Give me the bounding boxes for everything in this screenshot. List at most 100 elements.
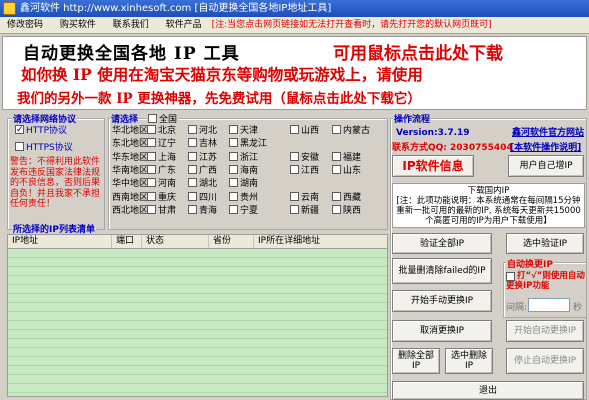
province-checkbox[interactable]: 海南 <box>229 164 258 178</box>
province-checkbox-box[interactable] <box>332 151 341 161</box>
province-checkbox[interactable]: 青海 <box>188 204 217 218</box>
province-checkbox-box[interactable] <box>147 138 156 148</box>
province-checkbox-box[interactable] <box>229 125 238 134</box>
province-checkbox-box[interactable] <box>188 151 197 161</box>
province-checkbox-box[interactable] <box>229 151 238 161</box>
province-checkbox[interactable]: 江苏 <box>188 151 217 165</box>
province-checkbox[interactable]: 山西 <box>290 125 319 138</box>
province-checkbox-box[interactable] <box>188 125 197 134</box>
province-checkbox[interactable]: 贵州 <box>229 191 258 205</box>
province-checkbox-box[interactable] <box>290 164 299 174</box>
cancel-change-button[interactable]: 取消更换IP <box>392 320 492 342</box>
province-checkbox[interactable]: 云南 <box>290 191 319 205</box>
province-checkbox-box[interactable] <box>188 178 197 188</box>
start-manual-change-button[interactable]: 开始手动更换IP <box>392 290 492 312</box>
province-checkbox[interactable]: 河北 <box>188 125 217 138</box>
province-checkbox-box[interactable] <box>290 151 299 161</box>
province-label: 浙江 <box>240 152 259 163</box>
province-checkbox-box[interactable] <box>188 204 197 214</box>
batch-delete-failed-button[interactable]: 批量删清除failed的IP <box>392 258 492 284</box>
http-checkbox-box[interactable] <box>15 123 24 137</box>
province-checkbox-box[interactable] <box>188 191 197 201</box>
province-checkbox[interactable]: 宁夏 <box>229 204 258 218</box>
all-country-checkbox[interactable]: 全国 <box>146 112 180 125</box>
province-checkbox-box[interactable] <box>290 125 299 134</box>
auto-change-checkbox[interactable]: 打“√”则使用自动更换IP功能 <box>506 271 586 291</box>
ip-list-body[interactable] <box>7 249 388 397</box>
province-checkbox[interactable]: 陕西 <box>332 204 361 218</box>
province-checkbox[interactable]: 黑龙江 <box>229 138 267 151</box>
province-checkbox[interactable]: 河南 <box>147 178 176 191</box>
province-checkbox[interactable]: 湖南 <box>229 178 258 191</box>
col-ip-address[interactable]: IP地址 <box>8 235 112 248</box>
official-site-link[interactable]: 鑫河软件官方网站 <box>512 125 584 138</box>
interval-input[interactable] <box>528 298 570 312</box>
province-checkbox[interactable]: 新疆 <box>290 204 319 218</box>
province-checkbox-box[interactable] <box>147 125 156 134</box>
download-banner[interactable]: 自动更换全国各地 IP 工具 可用鼠标点击此处下载 如你换 IP 使用在淘宝天猫… <box>2 36 587 110</box>
province-checkbox[interactable]: 天津 <box>229 125 258 138</box>
province-checkbox[interactable]: 甘肃 <box>147 204 176 218</box>
manual-link[interactable]: [本软件操作说明] <box>510 140 581 153</box>
province-checkbox[interactable]: 重庆 <box>147 191 176 205</box>
province-checkbox-box[interactable] <box>332 125 341 134</box>
menu-buy-software[interactable]: 购买软件 <box>53 17 103 34</box>
province-checkbox[interactable]: 湖北 <box>188 178 217 191</box>
delete-selected-button[interactable]: 选中删除IP <box>445 348 493 374</box>
ip-info-button[interactable]: IP软件信息 <box>392 155 474 177</box>
delete-all-button[interactable]: 删除全部IP <box>392 348 440 374</box>
menu-software-products[interactable]: 软件产品 <box>159 17 209 34</box>
col-port[interactable]: 端口 <box>112 235 142 248</box>
province-checkbox-box[interactable] <box>290 204 299 214</box>
province-checkbox[interactable]: 吉林 <box>188 138 217 151</box>
province-checkbox[interactable]: 北京 <box>147 125 176 138</box>
province-checkbox-box[interactable] <box>147 204 156 214</box>
start-auto-change-button[interactable]: 开始自动更换IP <box>506 320 584 342</box>
http-checkbox[interactable]: HTTP协议 <box>15 123 67 138</box>
province-checkbox-box[interactable] <box>188 138 197 148</box>
province-checkbox-box[interactable] <box>229 191 238 201</box>
province-checkbox-box[interactable] <box>147 151 156 161</box>
province-checkbox-box[interactable] <box>332 204 341 214</box>
province-checkbox[interactable]: 浙江 <box>229 151 259 165</box>
province-checkbox-box[interactable] <box>290 191 299 201</box>
province-checkbox[interactable]: 四川 <box>188 191 217 205</box>
menu-change-password[interactable]: 修改密码 <box>0 17 50 34</box>
province-checkbox-box[interactable] <box>188 164 197 174</box>
province-checkbox-box[interactable] <box>229 178 238 188</box>
https-checkbox[interactable]: HTTPS协议 <box>15 141 73 155</box>
exit-button[interactable]: 退出 <box>392 381 584 400</box>
col-detail-address[interactable]: IP所在详细地址 <box>254 235 387 248</box>
banner-line-3[interactable]: 我们的另外一款 IP 更换神器，先免费试用（鼠标点击此处下载它） <box>17 87 421 107</box>
province-checkbox-box[interactable] <box>229 138 238 148</box>
province-checkbox[interactable]: 西藏 <box>332 191 361 205</box>
province-checkbox[interactable]: 福建 <box>332 151 361 165</box>
verify-all-button[interactable]: 验证全部IP <box>392 233 492 254</box>
province-checkbox-box[interactable] <box>332 164 341 174</box>
province-checkbox-box[interactable] <box>229 164 238 174</box>
province-checkbox[interactable]: 内蒙古 <box>332 125 370 138</box>
banner-download-link[interactable]: 可用鼠标点击此处下载 <box>333 39 503 64</box>
province-checkbox[interactable]: 辽宁 <box>147 138 176 151</box>
province-checkbox[interactable]: 上海 <box>147 151 176 165</box>
auto-change-box[interactable] <box>506 272 515 281</box>
col-province[interactable]: 省份 <box>209 235 254 248</box>
province-checkbox-box[interactable] <box>147 164 156 174</box>
download-ip-info[interactable]: 下载国内IP [注：此项功能说明：本系统通常在每间隔15分钟重新一批可用的最新的… <box>392 183 585 228</box>
user-add-ip-button[interactable]: 用户自己增IP <box>508 155 584 177</box>
stop-auto-change-button[interactable]: 停止自动更换IP <box>506 348 584 374</box>
province-checkbox[interactable]: 江西 <box>290 164 319 178</box>
province-checkbox[interactable]: 广东 <box>147 164 176 178</box>
verify-selected-button[interactable]: 选中验证IP <box>506 233 584 254</box>
province-checkbox-box[interactable] <box>147 178 156 188</box>
province-checkbox-box[interactable] <box>147 191 156 201</box>
province-checkbox-box[interactable] <box>229 204 238 214</box>
province-checkbox[interactable]: 山东 <box>332 164 361 178</box>
province-checkbox[interactable]: 安徽 <box>290 151 319 165</box>
col-status[interactable]: 状态 <box>142 235 209 248</box>
all-country-box[interactable] <box>148 114 157 123</box>
menu-contact-us[interactable]: 联系我们 <box>106 17 156 34</box>
https-checkbox-box[interactable] <box>15 142 24 151</box>
province-checkbox-box[interactable] <box>332 191 341 201</box>
province-checkbox[interactable]: 广西 <box>188 164 217 178</box>
